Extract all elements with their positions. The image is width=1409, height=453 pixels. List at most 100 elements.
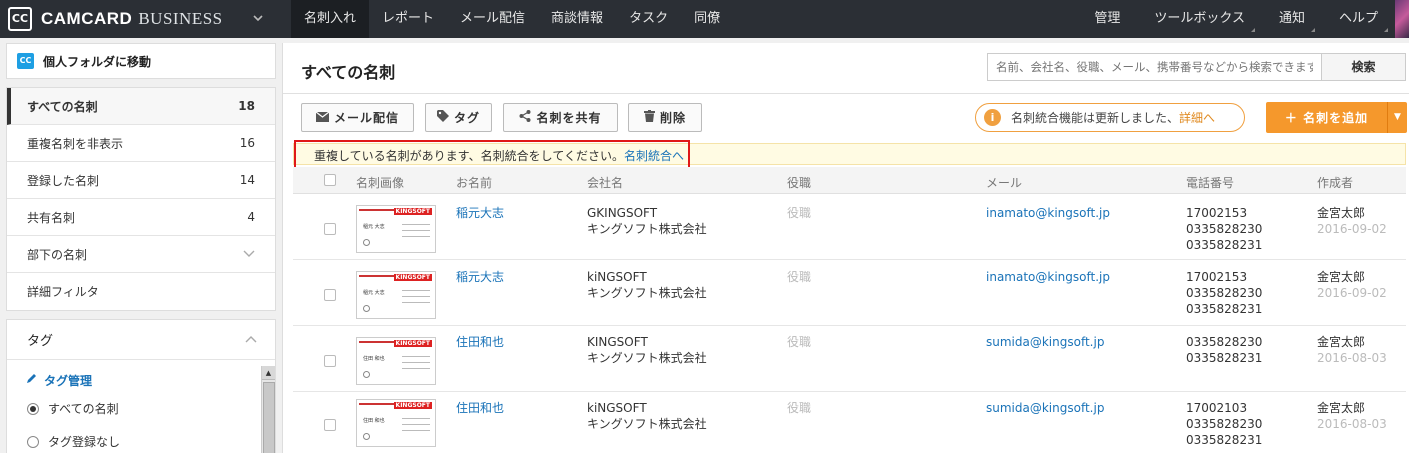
mail-delivery-button[interactable]: メール配信 [301, 103, 414, 132]
company-line: kiNGSOFT [587, 270, 647, 284]
sidebar-item-hide-duplicates[interactable]: 重複名刺を非表示 16 [7, 125, 275, 162]
tags-panel: タグ タグ管理 すべての名刺 タグ登録なし ▲ [6, 319, 276, 453]
column-header[interactable]: 電話番号 [1186, 174, 1234, 191]
radio-selected[interactable] [27, 402, 39, 415]
scroll-up-icon[interactable]: ▲ [262, 366, 275, 380]
chevron-down-icon[interactable] [252, 12, 266, 26]
row-checkbox[interactable] [324, 419, 336, 431]
company-line: キングソフト株式会社 [587, 222, 707, 236]
phone-numbers: 17002153 0335828230 0335828231 [1186, 205, 1262, 253]
notice-details-link[interactable]: 詳細へ [1179, 109, 1215, 126]
delete-button[interactable]: 削除 [628, 103, 702, 132]
main-nav: 名刺入れ レポート メール配信 商談情報 タスク 同僚 [291, 0, 733, 38]
email-link[interactable]: sumida@kingsoft.jp [986, 334, 1104, 350]
sidebar-item-shared[interactable]: 共有名刺 4 [7, 199, 275, 236]
tag-button[interactable]: タグ [425, 103, 492, 132]
card-thumbnail[interactable]: KINGSOFT 住田 和也 [356, 337, 436, 385]
select-all-checkbox[interactable] [324, 174, 336, 186]
main-content: すべての名刺 検索 メール配信 タグ 名刺を共有 削除 i 名刺統合機能は更新し… [282, 43, 1409, 453]
scroll-thumb[interactable] [263, 382, 275, 453]
caret-down-icon[interactable]: ▼ [1387, 102, 1407, 133]
sidebar-item-count: 4 [247, 210, 255, 224]
top-navigation-bar: CC CAMCARD BUSINESS 名刺入れ レポート メール配信 商談情報… [0, 0, 1409, 38]
contact-name-link[interactable]: 住田和也 [456, 334, 504, 350]
nav-toolbox[interactable]: ツールボックス [1137, 0, 1262, 38]
creator-name: 金宮太郎 [1317, 270, 1366, 284]
sidebar-item-label: 重複名刺を非表示 [27, 136, 124, 151]
card-line [402, 362, 430, 363]
search-button[interactable]: 検索 [1321, 53, 1406, 81]
card-thumbnail[interactable]: KINGSOFT 稲元 大志 [356, 205, 436, 253]
sidebar: CC 個人フォルダに移動 すべての名刺 18 重複名刺を非表示 16 登録した名… [6, 43, 276, 453]
tags-header[interactable]: タグ [7, 320, 275, 360]
card-logo: KINGSOFT [393, 274, 432, 281]
tag-manage-link[interactable]: タグ管理 [25, 372, 92, 389]
logo-subtext: BUSINESS [138, 9, 223, 28]
card-thumbnail[interactable]: KINGSOFT 住田 和也 [356, 399, 436, 447]
row-checkbox[interactable] [324, 289, 336, 301]
tag-icon [436, 110, 449, 125]
divider [283, 93, 1409, 94]
column-header[interactable]: メール [986, 174, 1022, 191]
sidebar-item-count: 14 [239, 173, 255, 187]
phone-line: 0335828230 [1186, 222, 1263, 236]
share-cards-button[interactable]: 名刺を共有 [503, 103, 618, 132]
add-card-button[interactable]: ＋ 名刺を追加 [1266, 102, 1387, 133]
search-input[interactable] [987, 53, 1321, 81]
nav-colleagues[interactable]: 同僚 [681, 0, 733, 38]
contact-name-link[interactable]: 稲元大志 [456, 269, 504, 285]
radio-unselected[interactable] [27, 435, 39, 448]
sidebar-item-label: 詳細フィルタ [27, 285, 99, 299]
contact-name-link[interactable]: 住田和也 [456, 400, 504, 416]
tag-option-untagged[interactable]: タグ登録なし [27, 433, 120, 450]
merge-cards-link[interactable]: 名刺統合へ [624, 149, 684, 163]
sidebar-item-advanced-filter[interactable]: 詳細フィルタ [7, 273, 275, 310]
column-header[interactable]: お名前 [456, 174, 492, 191]
email-link[interactable]: inamato@kingsoft.jp [986, 205, 1110, 221]
email-link[interactable]: sumida@kingsoft.jp [986, 400, 1104, 416]
creator-name: 金宮太郎 [1317, 206, 1366, 220]
card-logo: KINGSOFT [393, 208, 432, 215]
column-header[interactable]: 名刺画像 [356, 174, 404, 191]
table-row[interactable]: KINGSOFT 稲元 大志 稲元大志 GKINGSOFT キングソフト株式会社 … [293, 195, 1406, 260]
column-header[interactable]: 会社名 [587, 174, 623, 191]
row-checkbox[interactable] [324, 355, 336, 367]
tags-scrollbar[interactable]: ▲ [261, 366, 275, 453]
nav-mail-delivery[interactable]: メール配信 [447, 0, 538, 38]
nav-help[interactable]: ヘルプ [1322, 0, 1395, 38]
contact-name-link[interactable]: 稲元大志 [456, 205, 504, 221]
table-row[interactable]: KINGSOFT 稲元 大志 稲元大志 kiNGSOFT キングソフト株式会社 役… [293, 261, 1406, 326]
card-logo: KINGSOFT [393, 402, 432, 409]
company-name: GKINGSOFT キングソフト株式会社 [587, 205, 707, 237]
tags-title: タグ [27, 334, 54, 349]
nav-admin[interactable]: 管理 [1077, 0, 1137, 38]
phone-line: 0335828231 [1186, 238, 1263, 252]
sidebar-item-registered[interactable]: 登録した名刺 14 [7, 162, 275, 199]
goto-personal-folder-button[interactable]: CC 個人フォルダに移動 [6, 43, 276, 79]
avatar[interactable] [1395, 0, 1409, 38]
nav-report[interactable]: レポート [369, 0, 447, 38]
sidebar-item-subordinates[interactable]: 部下の名刺 [7, 236, 275, 273]
column-header[interactable]: 役職 [787, 174, 811, 191]
sidebar-item-all-cards[interactable]: すべての名刺 18 [7, 88, 275, 125]
phone-line: 17002153 [1186, 270, 1248, 284]
nav-deals[interactable]: 商談情報 [538, 0, 616, 38]
nav-tasks[interactable]: タスク [616, 0, 681, 38]
table-row[interactable]: KINGSOFT 住田 和也 住田和也 kiNGSOFT キングソフト株式会社 役… [293, 393, 1406, 453]
phone-line: 0335828231 [1186, 433, 1263, 447]
email-link[interactable]: inamato@kingsoft.jp [986, 269, 1110, 285]
column-header[interactable]: 作成者 [1317, 174, 1353, 191]
card-line [402, 236, 430, 237]
app-logo[interactable]: CC CAMCARD BUSINESS [8, 7, 223, 31]
table-row[interactable]: KINGSOFT 住田 和也 住田和也 KINGSOFT キングソフト株式会社 役… [293, 327, 1406, 392]
delete-label: 削除 [659, 111, 686, 125]
nav-card-box[interactable]: 名刺入れ [291, 0, 370, 38]
table-header: 名刺画像 お名前 会社名 役職 メール 電話番号 作成者 [293, 167, 1406, 194]
row-checkbox[interactable] [324, 223, 336, 235]
pencil-icon [25, 372, 38, 389]
chevron-up-icon [245, 332, 257, 347]
card-mark [363, 305, 370, 312]
card-thumbnail[interactable]: KINGSOFT 稲元 大志 [356, 271, 436, 319]
tag-option-all[interactable]: すべての名刺 [27, 400, 119, 417]
nav-notifications[interactable]: 通知 [1262, 0, 1322, 38]
